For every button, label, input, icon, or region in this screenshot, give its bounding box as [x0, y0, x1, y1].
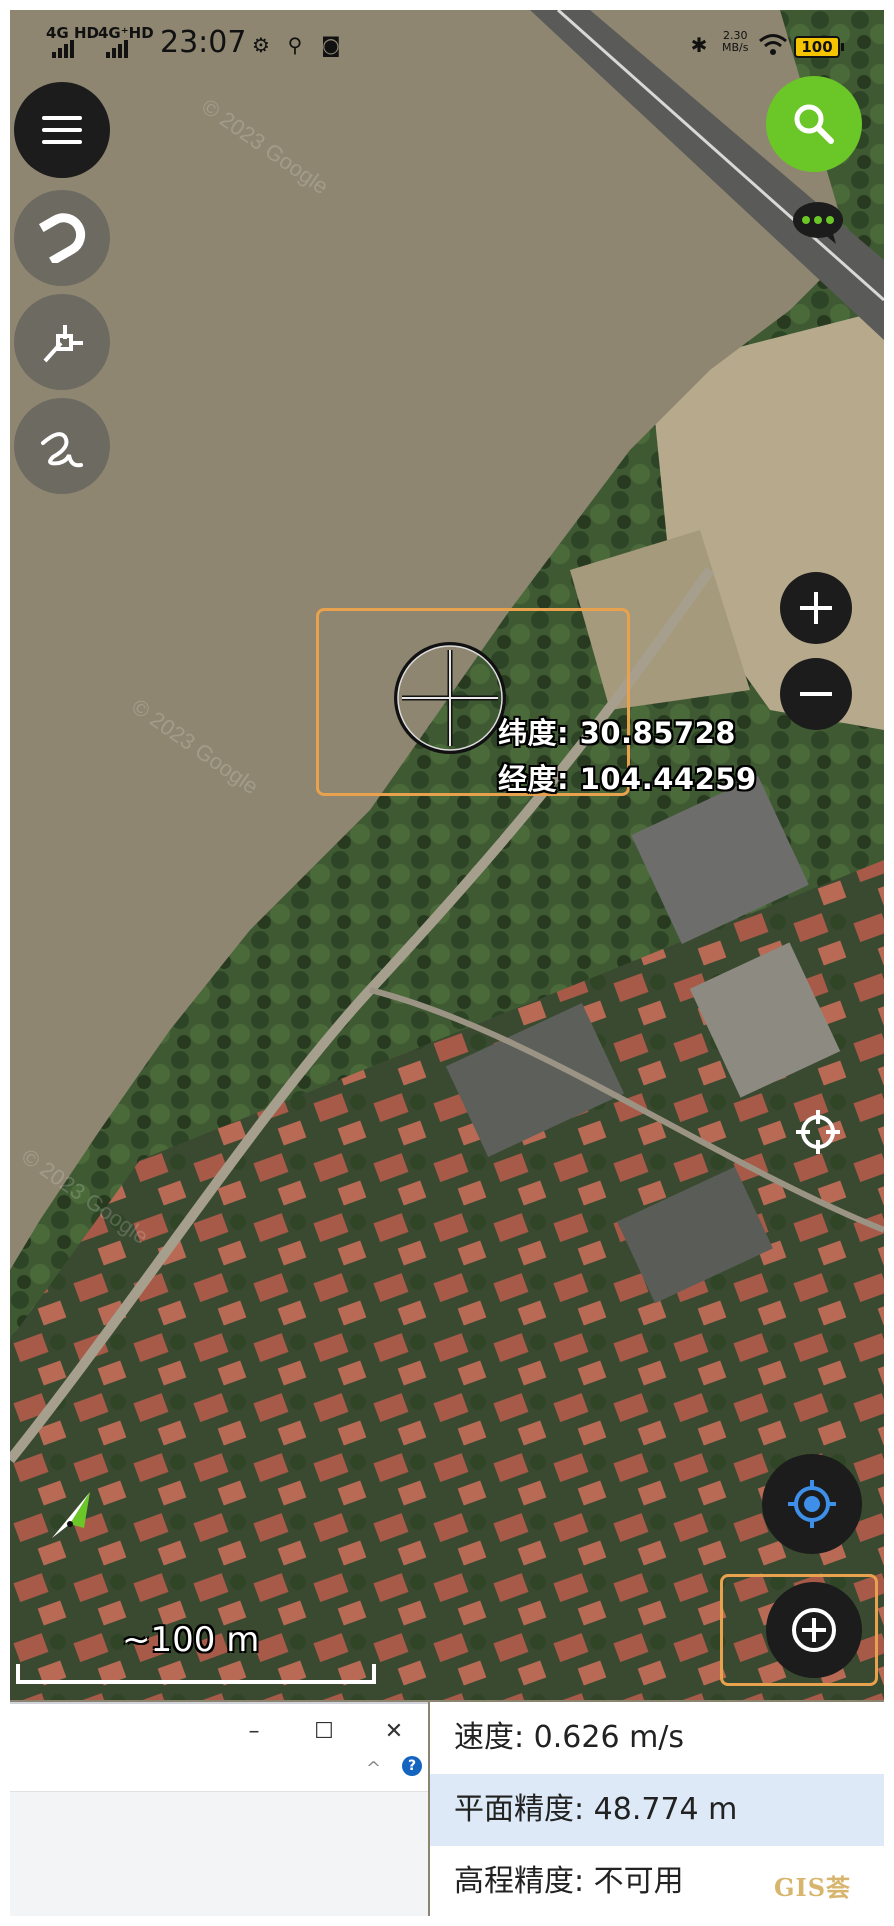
minimize-button[interactable]: – [234, 1714, 274, 1750]
usb-icon: ⚲ [287, 33, 303, 57]
battery-indicator: 100 [794, 36, 844, 58]
chat-bubble-icon [793, 202, 843, 244]
app-frame: © 2023 Google © 2023 Google © 2023 Googl… [10, 10, 884, 1916]
map-view[interactable]: © 2023 Google © 2023 Google © 2023 Googl… [10, 10, 884, 1700]
maximize-button[interactable]: ☐ [304, 1714, 344, 1750]
popup-window: – ☐ ✕ ^ ? [10, 1702, 428, 1916]
plus-icon [800, 592, 832, 624]
close-button[interactable]: ✕ [374, 1714, 414, 1750]
snap-magnet-button[interactable] [14, 190, 110, 286]
target-icon [796, 1110, 840, 1154]
network-label-2: 4G⁺HD [98, 24, 154, 42]
signal-icon-2 [106, 40, 128, 58]
hamburger-menu-icon [42, 116, 82, 144]
brand-watermark: GIS荟 [774, 1873, 852, 1902]
longitude-label: 经度: 104.44259 [498, 762, 757, 796]
zoom-in-button[interactable] [780, 572, 852, 644]
add-point-button[interactable] [766, 1582, 862, 1678]
bluetooth-icon: ✱ [690, 33, 708, 57]
latitude-label: 纬度: 30.85728 [498, 716, 736, 750]
freehand-squiggle-icon [41, 432, 83, 468]
status-bar: 4G HD 4G⁺HD 23:07 ⚙ ⚲ ◙ ✱ 2.30 MB/s 100 [10, 10, 884, 74]
satellite-imagery: © 2023 Google © 2023 Google © 2023 Googl… [10, 10, 884, 1700]
speed-stat: 速度: 0.626 m/s [454, 1720, 685, 1755]
usb-debug-icon: ⚙ [252, 33, 270, 57]
scale-label: ~100 m [122, 1620, 260, 1660]
add-circle-icon [792, 1608, 836, 1652]
crosshair-icon [394, 642, 506, 754]
add-vertex-button[interactable] [14, 294, 110, 390]
vertex-edit-icon [43, 325, 83, 363]
horizontal-accuracy-stat: 平面精度: 48.774 m [430, 1774, 884, 1846]
gps-locate-icon [788, 1480, 836, 1528]
my-location-button[interactable] [762, 1454, 862, 1554]
scale-bar [16, 1664, 376, 1684]
magnet-icon [38, 213, 86, 263]
zoom-out-button[interactable] [780, 658, 852, 730]
collapse-chevron-icon[interactable]: ^ [366, 1758, 381, 1779]
pick-location-button[interactable] [794, 1108, 842, 1156]
network-speed: 2.30 MB/s [722, 30, 748, 54]
clock: 23:07 [160, 25, 247, 60]
search-button[interactable] [766, 76, 862, 172]
help-icon[interactable]: ? [402, 1756, 422, 1776]
minus-icon [800, 692, 832, 696]
chat-button[interactable] [792, 200, 844, 244]
window-title-bar: – ☐ ✕ ^ ? [10, 1704, 428, 1792]
app-notification-icon: ◙ [321, 33, 341, 57]
freehand-draw-button[interactable] [14, 398, 110, 494]
menu-button[interactable] [14, 82, 110, 178]
network-speed-unit: MB/s [722, 41, 749, 54]
compass-icon[interactable] [44, 1488, 94, 1544]
wifi-icon [759, 34, 787, 55]
search-icon [794, 104, 834, 144]
network-label-1: 4G HD [46, 24, 99, 42]
signal-icon-1 [52, 40, 74, 58]
